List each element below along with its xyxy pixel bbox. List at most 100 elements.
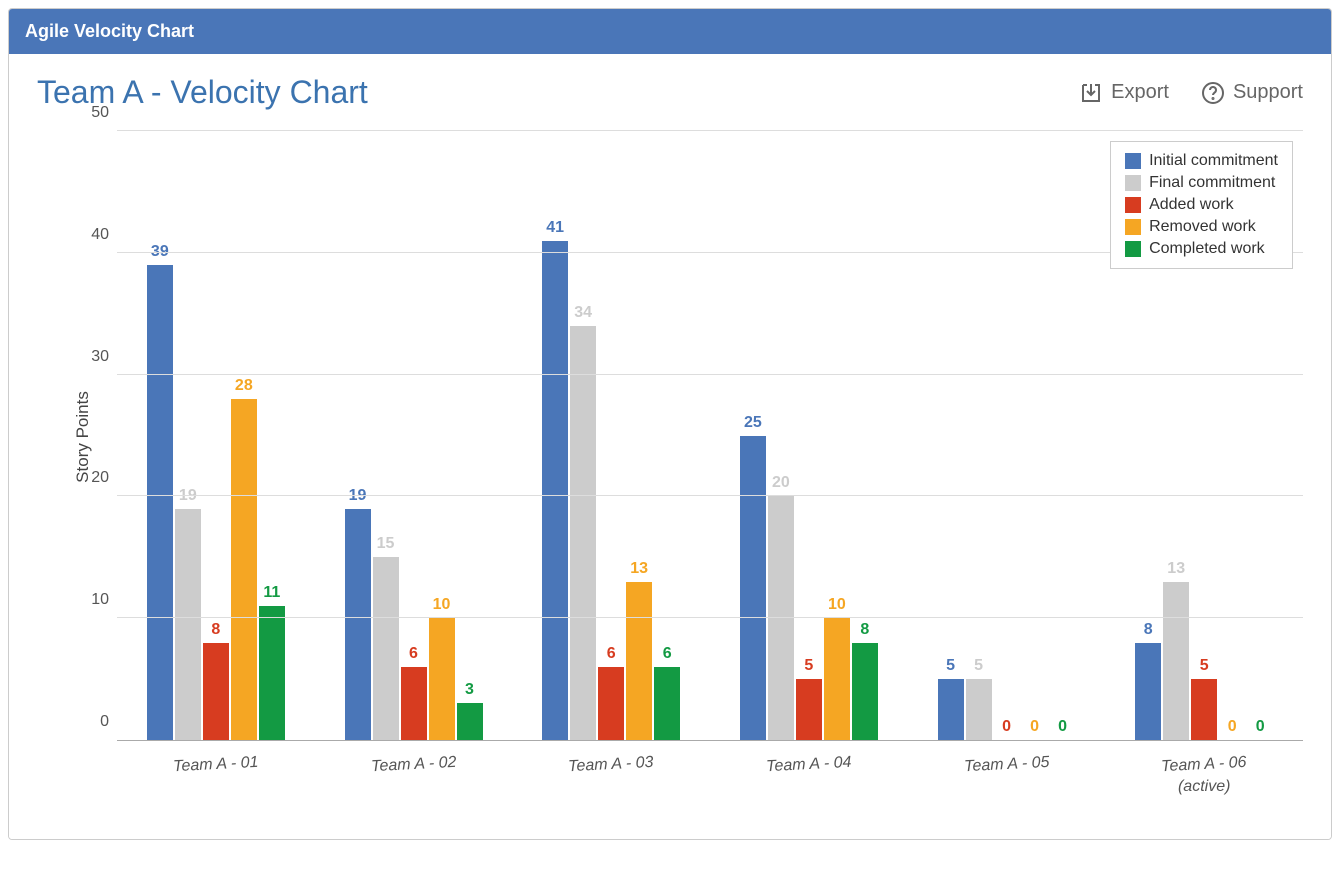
export-icon bbox=[1079, 81, 1103, 105]
panel-body: Team A - Velocity Chart Export bbox=[9, 54, 1331, 839]
bar-value-label: 34 bbox=[574, 304, 592, 322]
bar[interactable]: 39 bbox=[147, 265, 173, 740]
bar[interactable]: 10 bbox=[429, 618, 455, 740]
bar-value-label: 20 bbox=[772, 474, 790, 492]
help-icon bbox=[1201, 81, 1225, 105]
bar-value-label: 5 bbox=[804, 657, 813, 675]
y-tick: 50 bbox=[79, 104, 109, 122]
y-tick: 40 bbox=[79, 226, 109, 244]
support-label: Support bbox=[1233, 81, 1303, 104]
bar-value-label: 6 bbox=[409, 645, 418, 663]
panel-header-title: Agile Velocity Chart bbox=[25, 21, 194, 41]
bar[interactable]: 28 bbox=[231, 399, 257, 740]
legend-item[interactable]: Completed work bbox=[1125, 238, 1278, 260]
chart-area: Story Points Initial commitmentFinal com… bbox=[37, 131, 1303, 811]
x-tick-label-line2: (active) bbox=[1105, 778, 1303, 796]
y-tick: 20 bbox=[79, 469, 109, 487]
bar-group: 391982811Team A - 01 bbox=[117, 131, 315, 740]
bar-value-label: 3 bbox=[465, 681, 474, 699]
legend-label: Added work bbox=[1149, 196, 1234, 214]
bar[interactable]: 5 bbox=[796, 679, 822, 740]
legend-swatch bbox=[1125, 153, 1141, 169]
bar[interactable]: 8 bbox=[852, 643, 878, 740]
bar-value-label: 8 bbox=[1144, 621, 1153, 639]
chart-plot: Initial commitment Final commitment Added … bbox=[117, 131, 1303, 741]
legend-item[interactable]: Removed work bbox=[1125, 216, 1278, 238]
bar[interactable]: 34 bbox=[570, 326, 596, 740]
legend-swatch bbox=[1125, 219, 1141, 235]
bar[interactable]: 6 bbox=[401, 667, 427, 740]
y-tick: 10 bbox=[79, 591, 109, 609]
legend-item[interactable]: Added work bbox=[1125, 194, 1278, 216]
bar-value-label: 13 bbox=[1167, 560, 1185, 578]
export-button[interactable]: Export bbox=[1079, 81, 1169, 105]
bar-value-label: 6 bbox=[663, 645, 672, 663]
legend-swatch bbox=[1125, 241, 1141, 257]
bar[interactable]: 8 bbox=[203, 643, 229, 740]
legend-label: Completed work bbox=[1149, 240, 1265, 258]
bar-value-label: 28 bbox=[235, 377, 253, 395]
bar[interactable]: 3 bbox=[457, 703, 483, 740]
bar[interactable]: 25 bbox=[740, 436, 766, 741]
bar-group: 19156103Team A - 02 bbox=[315, 131, 513, 740]
bar[interactable]: 5 bbox=[1191, 679, 1217, 740]
bar-value-label: 41 bbox=[546, 219, 564, 237]
legend-label: Final commitment bbox=[1149, 174, 1275, 192]
title-row: Team A - Velocity Chart Export bbox=[37, 74, 1303, 111]
bar[interactable]: 20 bbox=[768, 496, 794, 740]
legend-item[interactable]: Final commitment bbox=[1125, 172, 1278, 194]
legend-label: Removed work bbox=[1149, 218, 1256, 236]
x-tick-label: Team A - 01 bbox=[117, 751, 315, 779]
bar[interactable]: 13 bbox=[1163, 582, 1189, 740]
bar[interactable]: 13 bbox=[626, 582, 652, 740]
gridline bbox=[117, 130, 1303, 131]
bar-group: 25205108Team A - 04 bbox=[710, 131, 908, 740]
bar-value-label: 6 bbox=[607, 645, 616, 663]
bar[interactable]: 19 bbox=[175, 509, 201, 740]
bar-value-label: 15 bbox=[377, 535, 395, 553]
chart-legend: Initial commitment Final commitment Added … bbox=[1110, 141, 1293, 269]
gridline bbox=[117, 495, 1303, 496]
bar-value-label: 11 bbox=[263, 584, 280, 602]
bar-value-label: 0 bbox=[1256, 718, 1265, 736]
legend-swatch bbox=[1125, 197, 1141, 213]
velocity-chart-panel: Agile Velocity Chart Team A - Velocity C… bbox=[8, 8, 1332, 840]
gridline bbox=[117, 374, 1303, 375]
bar-value-label: 13 bbox=[630, 560, 648, 578]
actions: Export Support bbox=[1079, 81, 1303, 105]
bar-value-label: 8 bbox=[211, 621, 220, 639]
bar-group: 55000Team A - 05 bbox=[908, 131, 1106, 740]
x-tick-label: Team A - 06 bbox=[1105, 751, 1303, 779]
x-tick-label: Team A - 05 bbox=[907, 751, 1105, 779]
y-tick: 30 bbox=[79, 348, 109, 366]
bar-value-label: 0 bbox=[1030, 718, 1039, 736]
y-tick: 0 bbox=[79, 713, 109, 731]
bar-value-label: 0 bbox=[1228, 718, 1237, 736]
bar-value-label: 5 bbox=[946, 657, 955, 675]
bar-value-label: 10 bbox=[433, 596, 451, 614]
x-tick-label: Team A - 03 bbox=[512, 751, 710, 779]
bar-value-label: 0 bbox=[1002, 718, 1011, 736]
bar[interactable]: 41 bbox=[542, 241, 568, 740]
export-label: Export bbox=[1111, 81, 1169, 104]
bar-value-label: 25 bbox=[744, 414, 762, 432]
bar[interactable]: 15 bbox=[373, 557, 399, 740]
gridline bbox=[117, 617, 1303, 618]
bar[interactable]: 8 bbox=[1135, 643, 1161, 740]
bar-value-label: 8 bbox=[860, 621, 869, 639]
bar-value-label: 10 bbox=[828, 596, 846, 614]
bar-value-label: 0 bbox=[1058, 718, 1067, 736]
bar-value-label: 5 bbox=[1200, 657, 1209, 675]
x-tick-label: Team A - 02 bbox=[314, 751, 512, 779]
bar[interactable]: 10 bbox=[824, 618, 850, 740]
bar[interactable]: 5 bbox=[938, 679, 964, 740]
legend-item[interactable]: Initial commitment bbox=[1125, 150, 1278, 172]
bar[interactable]: 5 bbox=[966, 679, 992, 740]
support-button[interactable]: Support bbox=[1201, 81, 1303, 105]
bar[interactable]: 11 bbox=[259, 606, 285, 740]
bar[interactable]: 19 bbox=[345, 509, 371, 740]
bar[interactable]: 6 bbox=[654, 667, 680, 740]
bar-group: 41346136Team A - 03 bbox=[512, 131, 710, 740]
legend-label: Initial commitment bbox=[1149, 152, 1278, 170]
bar[interactable]: 6 bbox=[598, 667, 624, 740]
